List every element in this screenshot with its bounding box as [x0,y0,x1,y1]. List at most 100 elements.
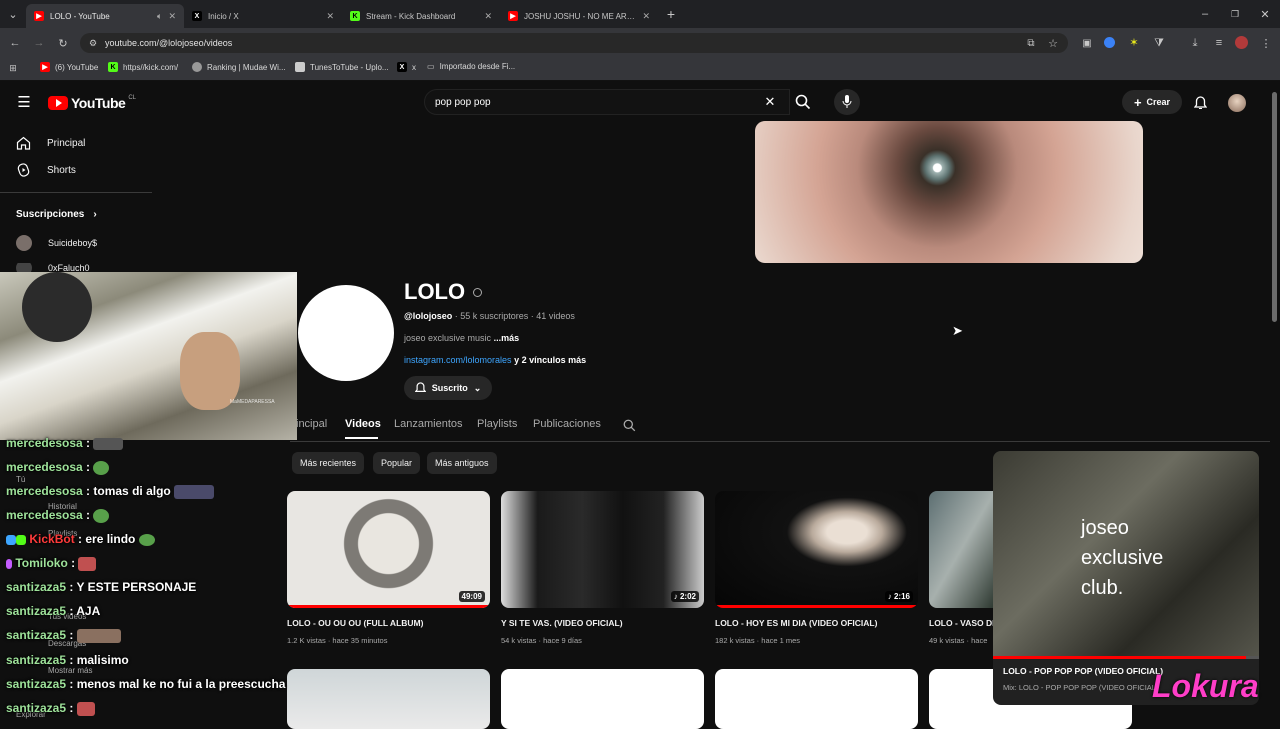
forward-icon[interactable]: → [32,36,46,50]
chat-message: mercedesosa : [6,436,124,450]
restore-icon[interactable]: ❐ [1228,7,1242,21]
youtube-logo[interactable]: YouTube CL [48,95,136,111]
youtube-icon: ▶ [508,11,518,21]
extensions-puzzle-icon[interactable]: ⧩ [1152,36,1166,50]
chat-message: mercedesosa : [6,460,110,475]
miniplayer-video[interactable]: joseo exclusive club. [993,451,1259,656]
channel-avatar-large[interactable] [298,285,394,381]
video-duration: 49:09 [458,591,485,602]
tab-search-icon[interactable]: ⌄ [6,7,20,21]
menu-kebab-icon[interactable]: ⋮ [1260,36,1272,50]
video-thumbnail[interactable]: ♪ 2:02 [501,491,704,608]
sidebar-item-tu[interactable]: Tú [16,475,25,484]
sidebar-item-show-more[interactable]: Mostrar más [48,666,92,675]
chat-message: santizaza5 : malisimo [6,653,129,667]
address-bar[interactable]: ⚙ youtube.com/@lolojoseo/videos [80,33,1068,53]
close-icon[interactable]: ✕ [168,11,176,22]
chevron-down-icon: ⌄ [473,382,482,393]
download-icon[interactable]: ⤓ [1188,36,1202,50]
extension-blue-icon[interactable] [1104,37,1115,48]
video-thumbnail[interactable]: ♪ 2:16 [715,491,918,608]
account-avatar[interactable] [1228,94,1246,112]
close-icon[interactable]: ✕ [642,11,650,22]
tab-kick[interactable]: K Stream - Kick Dashboard ✕ [342,4,500,28]
bookmark-x[interactable]: Xx [397,62,416,72]
tab-playlists[interactable]: Playlists [477,418,517,430]
profile-avatar[interactable] [1235,36,1248,49]
video-title[interactable]: LOLO - HOY ES MI DIA (VIDEO OFICIAL) [715,618,877,628]
youtube-icon: ▶ [34,11,44,21]
voice-search-button[interactable] [834,89,860,115]
video-thumbnail[interactable] [715,669,918,729]
reload-icon[interactable]: ↻ [56,36,70,50]
miniplayer-progress-track[interactable] [993,656,1259,659]
sidebar-item-principal[interactable]: Principal [16,136,85,150]
chat-message: santizaza5 : menos mal ke no fui a la pr… [6,677,286,691]
speaker-icon[interactable]: 🔈︎ [157,11,162,22]
subscriptions-header[interactable]: Suscripciones › [16,209,97,220]
tab-joshu[interactable]: ▶ JOSHU JOSHU - NO ME ARREP ✕ [500,4,658,28]
close-icon[interactable]: ✕ [484,11,492,22]
video-title[interactable]: LOLO - OU OU OU (FULL ALBUM) [287,618,423,628]
search-input[interactable]: pop pop pop [424,89,790,115]
extension-yellow-icon[interactable]: ✶ [1128,36,1140,49]
video-thumbnail[interactable] [501,669,704,729]
tab-principal[interactable]: incipal [296,418,327,430]
instagram-link[interactable]: instagram.com/lolomorales [404,355,512,365]
tab-x[interactable]: X Inicio / X ✕ [184,4,342,28]
sidebar-item-shorts[interactable]: Shorts [16,163,76,177]
channel-links[interactable]: instagram.com/lolomorales y 2 vínculos m… [404,355,586,365]
bookmark-tunestotube[interactable]: TunesToTube - Uplo... [295,62,389,72]
minimize-icon[interactable]: – [1198,7,1212,21]
url-text: youtube.com/@lolojoseo/videos [105,38,233,48]
chip-oldest[interactable]: Más antiguos [427,452,497,474]
badge-icon [6,534,16,545]
video-thumbnail[interactable] [287,669,490,729]
bookmark-mudae[interactable]: Ranking | Mudae Wi... [192,62,286,72]
video-duration: ♪ 2:16 [884,591,913,602]
tab-publicaciones[interactable]: Publicaciones [533,418,601,430]
sidebar-divider [0,192,152,193]
bookmark-folder-imported[interactable]: ▭ Importado desde Fi... [427,62,515,71]
subscribed-button[interactable]: Suscrito ⌄ [404,376,492,400]
site-info-icon[interactable]: ⚙ [87,37,99,49]
subscription-faluch0[interactable]: 0xFaluch0 [16,263,90,272]
subscription-suicideboys[interactable]: Suicideboy$ [16,235,97,251]
page-scrollbar[interactable] [1272,92,1277,322]
search-button[interactable] [790,89,816,115]
clear-search-icon[interactable]: ✕ [762,94,778,110]
notifications-bell-icon[interactable] [1193,95,1208,110]
miniplayer[interactable]: joseo exclusive club. LOLO - POP POP POP… [993,451,1259,705]
video-title[interactable]: LOLO - VASO DI [929,618,993,628]
chip-recent[interactable]: Más recientes [292,452,365,474]
bookmark-kick[interactable]: Khttps//kick.com/ [108,62,178,72]
close-window-icon[interactable]: ✕ [1258,7,1272,21]
video-meta: 182 k vistas · hace 1 mes [715,636,801,645]
close-icon[interactable]: ✕ [326,11,334,22]
media-controls-icon[interactable]: ≡ [1212,36,1226,50]
channel-description[interactable]: joseo exclusive music ...más [404,333,519,343]
hamburger-menu-icon[interactable]: ☰ [16,94,32,111]
apps-grid-icon[interactable]: ⊞ [7,62,19,74]
webcam-watermark: MaMEDAPARESSA [230,399,275,405]
chat-message: Tomiloko : [6,556,97,571]
tab-youtube[interactable]: ▶ LOLO - YouTube 🔈︎ ✕ [26,4,184,28]
open-in-app-icon[interactable]: ⧉ [1024,36,1038,50]
channel-search-icon[interactable] [622,418,636,432]
bookmark-youtube[interactable]: ▶ (6) YouTube [40,62,98,72]
video-thumbnail[interactable]: 49:09 [287,491,490,608]
back-icon[interactable]: ← [8,36,22,50]
video-thumbnail[interactable] [929,491,993,608]
create-button[interactable]: + Crear [1122,90,1182,114]
bookmark-star-icon[interactable]: ☆ [1046,36,1060,50]
new-tab-icon[interactable]: + [664,6,678,22]
video-title[interactable]: Y SI TE VAS. (VIDEO OFICIAL) [501,618,623,628]
tab-lanzamientos[interactable]: Lanzamientos [394,418,463,430]
chat-message: santizaza5 : [6,628,121,643]
extension-icon[interactable]: ▣ [1080,36,1094,50]
chip-popular[interactable]: Popular [373,452,421,474]
tab-videos[interactable]: Videos [345,418,381,430]
miniplayer-title[interactable]: LOLO - POP POP POP (VIDEO OFICIAL) [1003,666,1163,676]
emote-icon [174,484,215,499]
pepe-emote-icon [93,508,110,523]
